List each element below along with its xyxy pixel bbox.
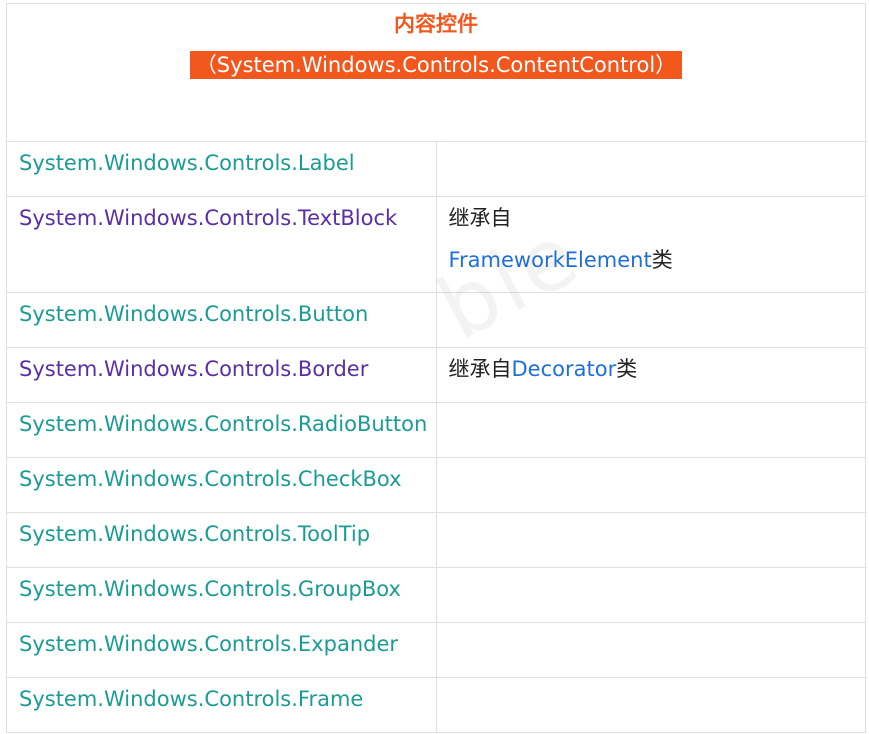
content-control-table: 内容控件 （System.Windows.Controls.ContentCon… (6, 3, 866, 733)
control-name: System.Windows.Controls.TextBlock (19, 206, 398, 230)
note-prefix: 继承自 (448, 206, 512, 230)
header-cell: 内容控件 （System.Windows.Controls.ContentCon… (6, 3, 866, 142)
note-cell (435, 141, 866, 197)
control-name: System.Windows.Controls.Label (19, 151, 355, 175)
control-name-cell: System.Windows.Controls.Expander (6, 622, 437, 678)
note-cell: 继承自 FrameworkElement类 (435, 196, 866, 293)
control-name: System.Windows.Controls.RadioButton (19, 412, 428, 436)
note-suffix: 类 (651, 248, 673, 272)
table-row: System.Windows.Controls.CheckBox (6, 457, 866, 513)
control-name-cell: System.Windows.Controls.Label (6, 141, 437, 197)
note-link[interactable]: FrameworkElement (449, 248, 652, 272)
control-name: System.Windows.Controls.GroupBox (19, 577, 401, 601)
control-name-cell: System.Windows.Controls.CheckBox (6, 457, 437, 513)
control-name: System.Windows.Controls.Border (19, 357, 369, 381)
control-name: System.Windows.Controls.ToolTip (19, 522, 371, 546)
table-row: System.Windows.Controls.ToolTip (6, 512, 866, 568)
control-name-cell: System.Windows.Controls.TextBlock (6, 196, 437, 293)
control-name-cell: System.Windows.Controls.RadioButton (6, 402, 437, 458)
control-name: System.Windows.Controls.CheckBox (19, 467, 402, 491)
note-cell: 继承自Decorator类 (435, 347, 866, 403)
note-cell (435, 292, 866, 348)
note-prefix: 继承自 (448, 357, 512, 381)
note-cell (435, 512, 866, 568)
control-name-cell: System.Windows.Controls.Border (6, 347, 437, 403)
table-row: System.Windows.Controls.Expander (6, 622, 866, 678)
control-name-cell: System.Windows.Controls.Button (6, 292, 437, 348)
note-cell (435, 402, 866, 458)
control-name-cell: System.Windows.Controls.ToolTip (6, 512, 437, 568)
note-cell (435, 622, 866, 678)
table-row: System.Windows.Controls.RadioButton (6, 402, 866, 458)
control-name: System.Windows.Controls.Expander (19, 632, 399, 656)
table-row: System.Windows.Controls.Border 继承自Decora… (6, 347, 866, 403)
header-row: 内容控件 （System.Windows.Controls.ContentCon… (6, 3, 866, 142)
table-row: System.Windows.Controls.Frame (6, 677, 866, 733)
table-row: System.Windows.Controls.TextBlock 继承自 Fra… (6, 196, 866, 293)
note-cell (435, 567, 866, 623)
note-suffix: 类 (616, 357, 638, 381)
control-name: System.Windows.Controls.Button (19, 302, 369, 326)
table-row: System.Windows.Controls.GroupBox (6, 567, 866, 623)
note-link[interactable]: Decorator (512, 357, 617, 381)
header-title: 内容控件 (394, 12, 478, 36)
note-cell (435, 457, 866, 513)
control-name-cell: System.Windows.Controls.Frame (6, 677, 437, 733)
table-row: System.Windows.Controls.Label (6, 141, 866, 197)
control-name: System.Windows.Controls.Frame (19, 687, 364, 711)
header-subtitle: （System.Windows.Controls.ContentControl） (189, 51, 683, 79)
control-name-cell: System.Windows.Controls.GroupBox (6, 567, 437, 623)
table-row: System.Windows.Controls.Button (6, 292, 866, 348)
note-cell (435, 677, 866, 733)
